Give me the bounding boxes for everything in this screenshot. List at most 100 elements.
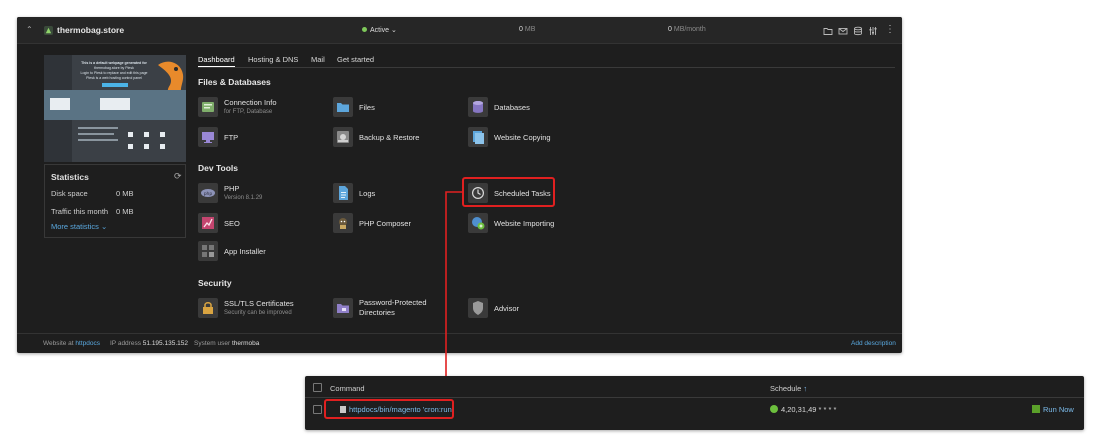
- preview-text: This is a default webpage generated for …: [79, 61, 149, 81]
- tool-databases[interactable]: Databases: [468, 97, 558, 119]
- preview-square: [144, 132, 149, 137]
- subscription-footer: Website at httpdocs IP address 51.195.13…: [17, 333, 902, 353]
- preview-square: [160, 132, 165, 137]
- status-dropdown[interactable]: Active ⌄: [362, 26, 397, 34]
- ssl-sublabel: Security can be improved: [224, 310, 292, 316]
- row-checkbox[interactable]: [313, 405, 322, 414]
- column-schedule[interactable]: Schedule ↑: [770, 384, 807, 393]
- website-at: Website at httpdocs: [43, 340, 100, 347]
- disk-usage-value: 0: [519, 26, 523, 33]
- disk-usage: 0 MB: [519, 26, 535, 33]
- system-user-label: System user: [194, 340, 231, 347]
- tool-php-composer[interactable]: PHP Composer: [333, 213, 433, 235]
- website-preview-thumbnail[interactable]: This is a default webpage generated for …: [44, 55, 186, 162]
- traffic-value: 0 MB: [116, 207, 134, 216]
- tab-get-started[interactable]: Get started: [337, 55, 374, 67]
- preview-banner: [44, 90, 186, 120]
- logs-label: Logs: [359, 189, 376, 198]
- preview-line: [78, 127, 118, 129]
- mail-icon[interactable]: [838, 26, 848, 36]
- preview-square: [160, 144, 165, 149]
- ssl-label: SSL/TLS Certificates: [224, 299, 294, 308]
- ip-value: 51.195.135.152: [142, 340, 188, 347]
- preview-line-4: Plesk is a web hosting control panel: [86, 76, 142, 80]
- subscription-panel: ⌃ thermobag.store Active ⌄ 0 MB 0 MB/mon…: [17, 17, 902, 353]
- traffic-usage: 0 MB/month: [668, 26, 706, 33]
- tool-logs[interactable]: Logs: [333, 183, 413, 205]
- tool-backup-restore[interactable]: Backup & Restore: [333, 127, 433, 149]
- backup-icon: [333, 127, 353, 147]
- tab-hosting-dns[interactable]: Hosting & DNS: [248, 55, 298, 67]
- tool-seo[interactable]: SEO: [198, 213, 278, 235]
- tool-connection-info[interactable]: Connection Info for FTP, Database: [198, 97, 308, 119]
- add-description-link[interactable]: Add description: [851, 340, 896, 347]
- tool-advisor[interactable]: Advisor: [468, 298, 548, 320]
- table-header: Command Schedule ↑: [305, 376, 1084, 398]
- website-copying-icon: [468, 127, 488, 147]
- protected-folder-icon: [333, 298, 353, 318]
- refresh-icon[interactable]: ⟳: [174, 172, 182, 181]
- tab-mail[interactable]: Mail: [311, 55, 325, 67]
- seo-icon: [198, 213, 218, 233]
- logs-icon: [333, 183, 353, 203]
- disk-space-value: 0 MB: [116, 189, 134, 198]
- collapse-chevron-icon[interactable]: ⌃: [26, 26, 34, 34]
- tool-ssl-certificates[interactable]: SSL/TLS Certificates Security can be imp…: [198, 298, 308, 320]
- tool-password-protected-directories[interactable]: Password-Protected Directories: [333, 298, 443, 320]
- databases-label: Databases: [494, 103, 530, 112]
- svg-text:php: php: [204, 191, 213, 197]
- system-user-value: thermoba: [231, 340, 260, 347]
- ftp-label: FTP: [224, 133, 239, 142]
- disk-space-row: Disk space 0 MB: [51, 189, 134, 198]
- php-icon: php: [198, 183, 218, 203]
- preview-card: [100, 98, 130, 110]
- advisor-label: Advisor: [494, 304, 520, 313]
- dashboard-tabs: Dashboard Hosting & DNS Mail Get started: [198, 55, 895, 68]
- settings-sliders-icon[interactable]: [868, 26, 878, 36]
- traffic-row: Traffic this month 0 MB: [51, 207, 134, 216]
- section-files-databases: Files & Databases: [198, 77, 271, 87]
- website-importing-label: Website Importing: [494, 219, 555, 228]
- site-favicon-icon: [44, 26, 53, 35]
- website-importing-icon: [468, 213, 488, 233]
- command-highlight: [324, 399, 454, 419]
- tab-dashboard[interactable]: Dashboard: [198, 55, 235, 67]
- advisor-icon: [468, 298, 488, 318]
- tool-website-importing[interactable]: Website Importing: [468, 213, 578, 235]
- preview-square: [144, 144, 149, 149]
- database-icon: [468, 97, 488, 117]
- preview-square: [128, 132, 133, 137]
- check-circle-icon: [770, 405, 778, 413]
- backup-restore-label: Backup & Restore: [359, 133, 420, 142]
- php-composer-label: PHP Composer: [359, 219, 411, 228]
- password-protected-label-line2: Directories: [359, 308, 395, 317]
- connection-info-label: Connection Info: [224, 98, 277, 107]
- ip-address: IP address 51.195.135.152: [110, 340, 188, 347]
- preview-line-1: This is a default webpage generated for: [81, 61, 147, 65]
- site-name[interactable]: thermobag.store: [57, 25, 124, 35]
- tool-php[interactable]: php PHP Version 8.1.29: [198, 183, 298, 205]
- task-schedule-text: 4,20,31,49 * * * *: [781, 405, 837, 414]
- files-label: Files: [359, 103, 375, 112]
- tool-website-copying[interactable]: Website Copying: [468, 127, 568, 149]
- document-root-link[interactable]: httpdocs: [75, 340, 100, 347]
- preview-card: [50, 98, 70, 110]
- more-statistics-link[interactable]: More statistics ⌄: [51, 222, 107, 231]
- lock-icon: [198, 298, 218, 318]
- tool-app-installer[interactable]: App Installer: [198, 241, 298, 263]
- tool-files[interactable]: Files: [333, 97, 413, 119]
- disk-usage-unit: MB: [524, 26, 536, 33]
- folder-icon[interactable]: [823, 26, 833, 36]
- more-vertical-icon[interactable]: ⋮: [885, 25, 895, 35]
- app-installer-label: App Installer: [224, 247, 266, 256]
- section-dev-tools: Dev Tools: [198, 163, 238, 173]
- run-now-button[interactable]: Run Now: [1032, 405, 1074, 414]
- sort-ascending-icon: ↑: [803, 384, 808, 393]
- select-all-checkbox[interactable]: [313, 383, 322, 392]
- header-actions: [823, 26, 878, 36]
- connection-info-sublabel: for FTP, Database: [224, 109, 273, 115]
- seo-label: SEO: [224, 219, 240, 228]
- database-icon[interactable]: [853, 26, 863, 36]
- tool-ftp[interactable]: FTP: [198, 127, 278, 149]
- column-command[interactable]: Command: [330, 384, 365, 393]
